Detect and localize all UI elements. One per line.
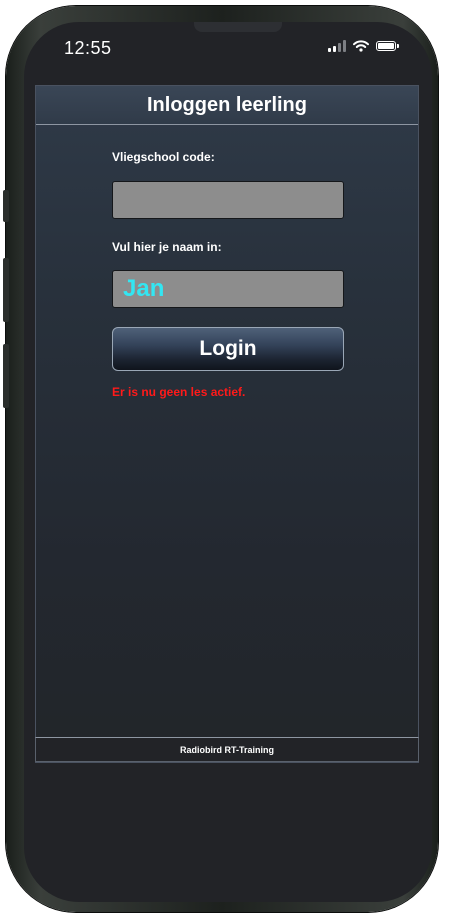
page-title: Inloggen leerling [146, 93, 307, 116]
school-code-label: Vliegschool code: [112, 150, 215, 164]
header-bar: Inloggen leerling [36, 86, 418, 125]
name-input[interactable] [112, 270, 344, 308]
error-message: Er is nu geen les actief. [112, 385, 246, 399]
phone-screen: 12:55 Inloggen leerling Vliegschool code… [24, 22, 432, 902]
status-time: 12:55 [64, 38, 112, 58]
login-button[interactable]: Login [112, 327, 344, 371]
battery-icon [376, 41, 399, 51]
side-button-volume-up [3, 258, 9, 322]
login-panel: Inloggen leerling Vliegschool code: Vul … [35, 85, 419, 763]
name-label: Vul hier je naam in: [112, 240, 222, 254]
school-code-input[interactable] [112, 181, 344, 219]
footer-bar: Radiobird RT-Training [35, 737, 419, 762]
cellular-signal-icon [328, 40, 346, 52]
side-button-silent [3, 190, 9, 222]
status-icons [328, 40, 399, 52]
side-button-volume-down [3, 344, 9, 408]
footer-text: Radiobird RT-Training [180, 744, 274, 755]
wifi-icon [353, 40, 369, 52]
notch [194, 22, 282, 32]
